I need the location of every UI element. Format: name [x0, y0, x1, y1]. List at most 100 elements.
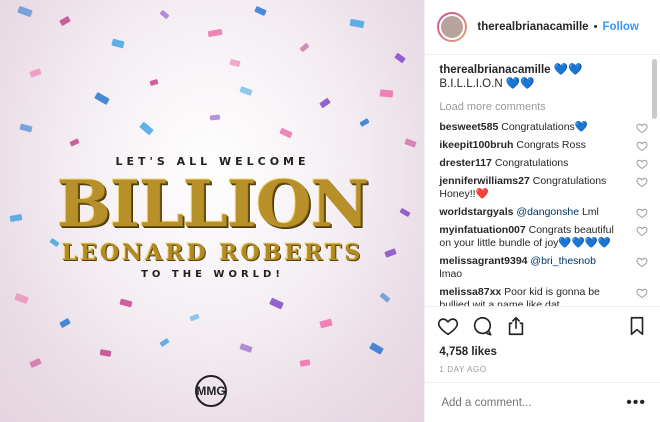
comment-username[interactable]: melissagrant9394	[439, 255, 527, 267]
comment-text: myinfatuation007 Congrats beautiful on y…	[439, 224, 619, 250]
avatar[interactable]	[437, 12, 468, 42]
comment-text: jenniferwilliams27 Congratulations Honey…	[439, 175, 619, 201]
share-icon[interactable]	[505, 315, 527, 337]
comment-row: myinfatuation007 Congrats beautiful on y…	[439, 224, 648, 250]
add-comment-bar: •••	[425, 382, 660, 422]
confetti-piece	[379, 292, 391, 303]
comment-mention[interactable]: @dangonshe	[516, 206, 579, 218]
comment-like-heart-icon[interactable]	[636, 225, 648, 237]
comment-body: Congratulations💙	[498, 121, 588, 133]
confetti-piece	[111, 38, 125, 49]
comment-mention[interactable]: @bri_thesnob	[530, 255, 596, 267]
comment-like-heart-icon[interactable]	[636, 122, 648, 134]
bookmark-icon[interactable]	[626, 315, 648, 337]
comment-body: lmao	[439, 268, 463, 280]
confetti-piece	[139, 121, 154, 136]
comment-icon[interactable]	[471, 315, 493, 337]
comment-row: worldstargyals @dangonshe Lml	[439, 206, 648, 219]
comment-like-heart-icon[interactable]	[636, 140, 648, 152]
confetti-piece	[59, 15, 71, 27]
comment-username[interactable]: myinfatuation007	[439, 224, 525, 236]
comment-like-heart-icon[interactable]	[636, 176, 648, 188]
follow-button[interactable]: Follow	[602, 21, 638, 33]
comment-body: Congrats Ross	[513, 139, 586, 151]
comment-body: Congratulations	[491, 157, 569, 169]
comment-like-heart-icon[interactable]	[636, 158, 648, 170]
post-header: therealbrianacamille • Follow	[425, 0, 660, 55]
confetti-piece	[239, 343, 253, 353]
confetti-piece	[394, 52, 406, 64]
comment-text: melissa87xx Poor kid is gonna be bullied…	[439, 286, 619, 306]
confetti-piece	[319, 97, 331, 109]
confetti-piece	[19, 123, 33, 133]
confetti-piece	[269, 297, 284, 310]
comment-row: besweet585 Congratulations💙	[439, 121, 648, 134]
add-comment-input[interactable]	[439, 395, 627, 410]
confetti-piece	[69, 138, 80, 147]
comments-panel[interactable]: therealbrianacamille 💙💙 B.I.L.L.I.O.N 💙💙…	[425, 55, 660, 306]
confetti-piece	[99, 349, 112, 357]
mmg-logo: MMG	[195, 375, 227, 407]
comment-row: melissagrant9394 @bri_thesnob lmao	[439, 255, 648, 281]
confetti-piece	[209, 114, 221, 121]
load-more-comments-button[interactable]: Load more comments	[439, 101, 648, 113]
comment-list: besweet585 Congratulations💙 ikeepit100bru…	[439, 121, 648, 306]
separator-dot: •	[593, 21, 598, 33]
confetti-piece	[299, 42, 310, 53]
confetti-piece	[404, 138, 417, 148]
confetti-piece	[14, 292, 29, 305]
comment-row: ikeepit100bruh Congrats Ross	[439, 139, 648, 152]
confetti-piece	[207, 28, 223, 38]
confetti-piece	[239, 86, 253, 96]
confetti-piece	[94, 91, 110, 106]
action-bar	[425, 306, 660, 344]
confetti-piece	[359, 118, 370, 127]
confetti-piece	[369, 342, 384, 355]
post-timestamp: 1 DAY AGO	[439, 365, 487, 374]
comment-username[interactable]: melissa87xx	[439, 286, 501, 298]
confetti-piece	[379, 89, 394, 98]
comment-text: worldstargyals @dangonshe Lml	[439, 206, 619, 219]
confetti-piece	[159, 337, 170, 348]
comment-username[interactable]: drester117	[439, 157, 492, 169]
post-sidebar: therealbrianacamille • Follow therealbri…	[424, 0, 660, 422]
comments-scrollbar[interactable]	[652, 59, 657, 119]
confetti-piece	[159, 9, 170, 20]
confetti-piece	[29, 357, 42, 369]
header-username[interactable]: therealbrianacamille	[477, 21, 588, 33]
confetti-piece	[149, 79, 159, 86]
image-line-bottom: TO THE WORLD!	[141, 269, 284, 280]
comment-row: jenniferwilliams27 Congratulations Honey…	[439, 175, 648, 201]
comment-username[interactable]: jenniferwilliams27	[439, 175, 529, 187]
image-line-name: LEONARD ROBERTS	[61, 240, 364, 266]
comment-username[interactable]: besweet585	[439, 121, 498, 133]
confetti-piece	[189, 313, 200, 322]
comment-text: melissagrant9394 @bri_thesnob lmao	[439, 255, 619, 281]
avatar-photo	[439, 14, 466, 40]
confetti-piece	[349, 18, 365, 29]
comment-like-heart-icon[interactable]	[636, 287, 648, 299]
comment-text: ikeepit100bruh Congrats Ross	[439, 139, 619, 152]
confetti-piece	[299, 359, 311, 367]
confetti-piece	[254, 5, 267, 17]
comment-body: Lml	[579, 206, 599, 218]
confetti-piece	[119, 298, 133, 308]
more-options-button[interactable]: •••	[626, 394, 646, 411]
comment-row: melissa87xx Poor kid is gonna be bullied…	[439, 286, 648, 306]
caption: therealbrianacamille 💙💙 B.I.L.L.I.O.N 💙💙	[439, 63, 648, 91]
comment-text: besweet585 Congratulations💙	[439, 121, 619, 134]
comment-row: drester117 Congratulations	[439, 157, 648, 170]
comment-like-heart-icon[interactable]	[636, 256, 648, 268]
post-image[interactable]: LET'S ALL WELCOME BILLION LEONARD ROBERT…	[0, 0, 425, 422]
image-line-big: BILLION	[56, 167, 369, 242]
likes-count[interactable]: 4,758 likes	[425, 344, 660, 358]
comment-text: drester117 Congratulations	[439, 157, 619, 170]
heart-icon[interactable]	[437, 315, 459, 337]
comment-username[interactable]: worldstargyals	[439, 206, 513, 218]
confetti-piece	[229, 58, 241, 68]
caption-username[interactable]: therealbrianacamille	[439, 64, 550, 76]
comment-like-heart-icon[interactable]	[636, 207, 648, 219]
comment-username[interactable]: ikeepit100bruh	[439, 139, 513, 151]
instagram-post-frame: LET'S ALL WELCOME BILLION LEONARD ROBERT…	[0, 0, 660, 422]
confetti-piece	[29, 68, 42, 78]
